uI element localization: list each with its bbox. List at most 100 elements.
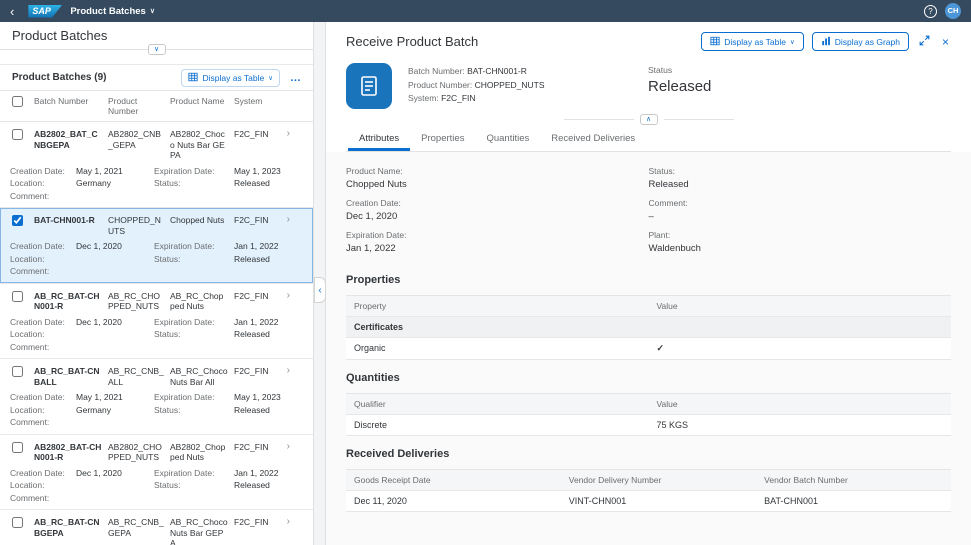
list-item-main-row: AB2802_BAT_CNBGEPA AB2802_CNB_GEPA AB280… — [0, 128, 313, 161]
quantity-value-cell: 75 KGS — [649, 415, 952, 435]
select-all-checkbox[interactable] — [12, 96, 23, 107]
overflow-menu-button[interactable]: … — [286, 72, 305, 84]
list-item-details: Creation Date: Dec 1, 2020 Expiration Da… — [0, 312, 313, 354]
received-deliveries-section-title: Received Deliveries — [346, 448, 951, 460]
splitter-grip-icon[interactable]: ‹ — [314, 277, 326, 303]
status-value: Released — [234, 328, 309, 341]
creation-date-value: May 1, 2021 — [76, 391, 152, 404]
display-as-table-label: Display as Table — [202, 73, 264, 83]
attribute-value: – — [649, 210, 952, 223]
list-item[interactable]: AB2802_BAT-CHN001-R AB2802_CHOPPED_NUTS … — [0, 435, 313, 511]
table-row[interactable]: Dec 11, 2020 VINT-CHN001 BAT-CHN001 — [346, 491, 951, 512]
display-as-graph-button[interactable]: Display as Graph — [812, 32, 909, 51]
comment-label: Comment: — [10, 341, 74, 354]
row-checkbox-cell — [12, 442, 34, 455]
batch-number-cell: AB_RC_BAT-CNBGEPA — [34, 517, 108, 538]
location-value: Germany — [76, 404, 152, 417]
list-column-headers: Batch Number Product Number Product Name… — [0, 90, 313, 122]
received-deliveries-table: Goods Receipt Date Vendor Delivery Numbe… — [346, 469, 951, 512]
creation-date-label: Creation Date: — [10, 391, 74, 404]
expiration-date-label: Expiration Date: — [154, 240, 232, 253]
enter-fullscreen-button[interactable] — [917, 35, 932, 49]
list-item[interactable]: AB_RC_BAT-CHN001-R AB_RC_CHOPPED_NUTS AB… — [0, 284, 313, 360]
location-label: Location: — [10, 328, 74, 341]
batch-number-cell: BAT-CHN001-R — [34, 215, 108, 226]
row-checkbox[interactable] — [12, 215, 23, 226]
quantities-section-title: Quantities — [346, 372, 951, 384]
attribute-value: Dec 1, 2020 — [346, 210, 649, 223]
tab[interactable]: Quantities — [475, 127, 540, 151]
display-as-table-button[interactable]: Display as Table ∨ — [701, 32, 804, 51]
creation-date-value: Dec 1, 2020 — [76, 467, 152, 480]
batch-number-label: Batch Number: — [408, 66, 465, 76]
quantities-table: Qualifier Value Discrete 75 KGS — [346, 393, 951, 436]
properties-section-title: Properties — [346, 274, 951, 286]
attribute-value: Released — [649, 178, 952, 191]
list-item-main-row: AB_RC_BAT-CNBALL AB_RC_CNB_ALL AB_RC_Cho… — [0, 365, 313, 387]
product-name-cell: AB2802_Chopped Nuts — [170, 442, 234, 463]
collapse-object-header-button[interactable]: ∧ — [640, 114, 658, 125]
app-title-menu[interactable]: Product Batches ∨ — [70, 6, 155, 17]
attribute-field: Status: Released — [649, 166, 952, 191]
attribute-value: Chopped Nuts — [346, 178, 649, 191]
quantities-table-header: Qualifier Value — [346, 394, 951, 415]
product-number-cell: AB_RC_CHOPPED_NUTS — [108, 291, 170, 312]
system-cell: F2C_FIN — [234, 215, 278, 226]
status-value: Released — [234, 177, 309, 190]
table-row[interactable]: Organic ✓ — [346, 338, 951, 360]
attribute-field: Plant: Waldenbuch — [649, 230, 952, 255]
avatar[interactable]: CH — [945, 3, 961, 19]
product-number-cell: AB_RC_CNB_GEPA — [108, 517, 170, 538]
detail-tabs: Attributes Properties Quantities Receive… — [346, 127, 951, 152]
row-checkbox-cell — [12, 291, 34, 304]
system-value: F2C_FIN — [441, 93, 475, 103]
attribute-field: Product Name: Chopped Nuts — [346, 166, 649, 191]
product-number-cell: AB2802_CHOPPED_NUTS — [108, 442, 170, 463]
expiration-date-value: May 1, 2023 — [234, 391, 309, 404]
product-name-cell: AB_RC_Choco Nuts Bar GEPA — [170, 517, 234, 545]
product-name-cell: AB_RC_Choco Nuts Bar All — [170, 366, 234, 387]
property-cell: Organic — [346, 338, 649, 359]
object-status: Status Released — [648, 63, 711, 109]
row-checkbox[interactable] — [12, 442, 23, 453]
product-batches-list-panel: Product Batches ∨ Product Batches (9) Di… — [0, 22, 313, 545]
row-checkbox[interactable] — [12, 366, 23, 377]
status-value: Released — [234, 253, 309, 266]
location-value — [76, 479, 152, 492]
properties-group-row: Certificates — [346, 317, 951, 338]
collapse-header-button[interactable]: ∨ — [148, 44, 166, 55]
status-label: Status: — [154, 328, 232, 341]
table-row[interactable]: Discrete 75 KGS — [346, 415, 951, 436]
list-item[interactable]: AB2802_BAT_CNBGEPA AB2802_CNB_GEPA AB280… — [0, 122, 313, 208]
row-checkbox[interactable] — [12, 291, 23, 302]
panel-splitter[interactable]: ‹ — [313, 22, 326, 545]
chevron-right-icon: › — [278, 366, 290, 376]
app-title: Product Batches — [70, 6, 146, 17]
comment-label: Comment: — [10, 492, 74, 505]
tab[interactable]: Properties — [410, 127, 475, 151]
column-header-vendor-batch-number: Vendor Batch Number — [756, 470, 951, 490]
help-icon[interactable]: ? — [924, 5, 937, 18]
back-icon[interactable]: ‹ — [10, 5, 14, 18]
tab[interactable]: Attributes — [348, 127, 410, 151]
display-as-table-button[interactable]: Display as Table ∨ — [181, 69, 280, 87]
column-header-value: Value — [649, 394, 952, 414]
product-number-value: CHOPPED_NUTS — [475, 80, 545, 90]
attributes-right-column: Status: Released Comment: – Plant: Walde… — [649, 166, 952, 262]
list-item[interactable]: AB_RC_BAT-CNBGEPA AB_RC_CNB_GEPA AB_RC_C… — [0, 510, 313, 545]
expiration-date-label: Expiration Date: — [154, 165, 232, 178]
column-header-batch-number: Batch Number — [34, 96, 108, 106]
attribute-label: Product Name: — [346, 166, 649, 177]
list-item[interactable]: BAT-CHN001-R CHOPPED_NUTS Chopped Nuts F… — [0, 208, 313, 284]
tab[interactable]: Received Deliveries — [540, 127, 646, 151]
list-item[interactable]: AB_RC_BAT-CNBALL AB_RC_CNB_ALL AB_RC_Cho… — [0, 359, 313, 435]
close-button[interactable]: × — [940, 35, 951, 49]
expiration-date-label: Expiration Date: — [154, 391, 232, 404]
system-cell: F2C_FIN — [234, 442, 278, 453]
row-checkbox[interactable] — [12, 129, 23, 140]
chevron-right-icon: › — [278, 517, 290, 527]
left-panel-title: Product Batches — [12, 28, 107, 43]
chevron-right-icon: › — [278, 215, 290, 225]
row-checkbox[interactable] — [12, 517, 23, 528]
creation-date-label: Creation Date: — [10, 316, 74, 329]
